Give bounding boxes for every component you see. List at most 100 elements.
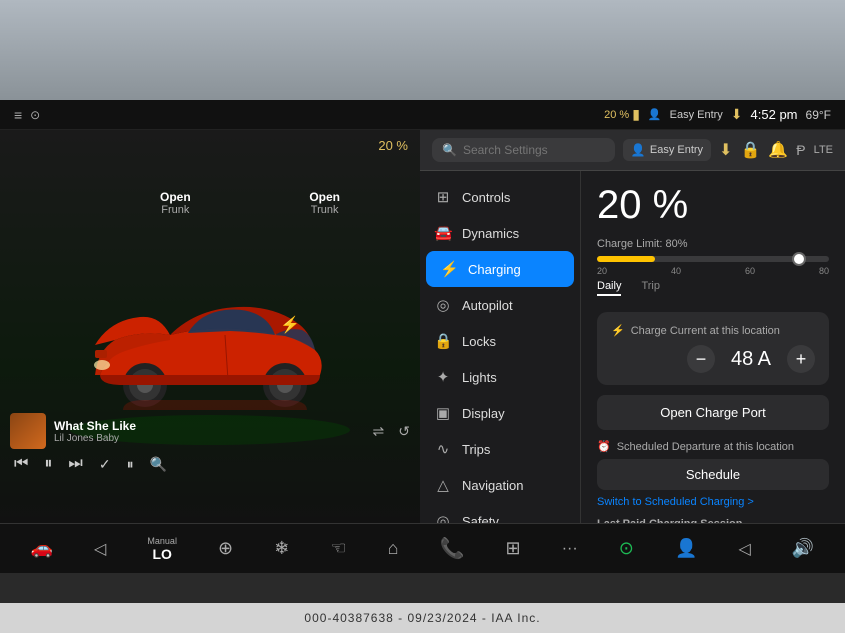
search-box[interactable]: 🔍	[432, 138, 615, 162]
tick-40: 40	[671, 266, 681, 276]
nav-manual-label: Manual	[147, 536, 177, 546]
search-input[interactable]	[463, 143, 605, 157]
nav-lo-label: LO	[152, 546, 171, 562]
frunk-label[interactable]: Open Frunk	[160, 190, 191, 216]
bottom-nav: 🚗 ◁ Manual LO ⊕ ❄ ☜ ⌂ 📞 ⊞ ··· ⊙ 👤 ◁ 🔊	[0, 523, 845, 573]
menu-icon-trips: ∿	[434, 440, 452, 458]
equalizer-icon[interactable]: ⏸	[127, 456, 134, 473]
next-button[interactable]: ⏭	[68, 455, 82, 473]
battery-indicator: 20 % ▮	[604, 106, 640, 123]
tab-daily[interactable]: Daily	[597, 280, 621, 296]
menu-label-lights: Lights	[462, 370, 497, 385]
easy-entry-label: Easy Entry	[650, 144, 703, 156]
current-label: ⚡ Charge Current at this location	[611, 324, 815, 337]
increase-current-button[interactable]: +	[787, 345, 815, 373]
nav-apps-icon[interactable]: ⊞	[506, 538, 521, 559]
clock-icon: ⏰	[597, 440, 611, 453]
current-value: 48 A	[731, 348, 771, 371]
music-controls: ⏮ ⏸ ⏭ ✓ ⏸ 🔍	[10, 455, 410, 473]
charge-limit-label: Charge Limit: 80%	[597, 238, 829, 250]
scheduled-label: ⏰ Scheduled Departure at this location	[597, 440, 829, 453]
tesla-screen: ≡ ⊙ 20 % ▮ 👤 Easy Entry ⬇ 4:52 pm 69°F 2…	[0, 100, 845, 573]
menu-item-lights[interactable]: ✦ Lights	[420, 359, 580, 395]
lock-icon-header: 🔒	[740, 140, 760, 160]
car-panel: 20 % Open Frunk Open Trunk	[0, 130, 420, 523]
music-text: What She Like Lil Jones Baby	[54, 419, 136, 444]
menu-item-navigation[interactable]: △ Navigation	[420, 467, 580, 503]
menu-item-charging[interactable]: ⚡Charging	[426, 251, 574, 287]
nav-temp-icon[interactable]: ⊕	[218, 538, 233, 559]
nav-phone-icon[interactable]: 📞	[440, 536, 465, 561]
menu-item-controls[interactable]: ⊞ Controls	[420, 179, 580, 215]
settings-menu: ⊞ Controls 🚘 Dynamics ⚡Charging◎Autopilot🔒Lo…	[420, 171, 580, 523]
charge-bar-thumb[interactable]	[792, 252, 806, 266]
music-artist: Lil Jones Baby	[54, 433, 136, 444]
menu-item-dynamics[interactable]: 🚘 Dynamics	[420, 215, 580, 251]
menu-item-display[interactable]: ▣Display	[420, 395, 580, 431]
charge-bar[interactable]: 20 40 60 80 Daily Trip	[597, 256, 829, 296]
menu-label-controls: Controls	[462, 190, 510, 205]
menu-label-safety: Safety	[462, 514, 499, 524]
nav-spotify-icon[interactable]: ⊙	[619, 538, 634, 559]
menu-label-display: Display	[462, 406, 505, 421]
open-charge-port-button[interactable]: Open Charge Port	[597, 395, 829, 430]
menu-icon-lights: ✦	[434, 368, 452, 386]
schedule-button[interactable]: Schedule	[597, 459, 829, 490]
menu-icon: ≡	[14, 107, 22, 123]
watermark: 000-40387638 - 09/23/2024 - IAA Inc.	[0, 603, 845, 633]
current-card: ⚡ Charge Current at this location − 48 A…	[597, 312, 829, 385]
battery-top-right: 20 %	[378, 138, 408, 153]
nav-prev-icon[interactable]: ◁	[738, 539, 750, 559]
menu-icon-dynamics: 🚘	[434, 224, 452, 242]
nav-fan-icon[interactable]: ❄	[274, 538, 289, 559]
menu-icon-controls: ⊞	[434, 188, 452, 206]
battery-icon: ▮	[632, 106, 640, 123]
nav-volume-icon[interactable]: 🔊	[792, 538, 814, 559]
menu-item-locks[interactable]: 🔒Locks	[420, 323, 580, 359]
music-info: What She Like Lil Jones Baby ⇌ ↺	[10, 413, 410, 449]
menu-label-navigation: Navigation	[462, 478, 523, 493]
nav-back-icon[interactable]: ◁	[94, 539, 106, 559]
menu-icon-navigation: △	[434, 476, 452, 494]
decrease-current-button[interactable]: −	[687, 345, 715, 373]
temp-display: 69°F	[806, 108, 831, 122]
music-player: What She Like Lil Jones Baby ⇌ ↺ ⏮ ⏸ ⏭ ✓…	[10, 413, 410, 473]
charge-bar-track	[597, 256, 829, 262]
tire-icon: ⊙	[30, 108, 40, 122]
nav-gesture-icon[interactable]: ☜	[330, 538, 346, 559]
screen-status-bar: ≡ ⊙ 20 % ▮ 👤 Easy Entry ⬇ 4:52 pm 69°F	[0, 100, 845, 130]
easy-entry-top: Easy Entry	[670, 109, 723, 121]
search-music-icon[interactable]: 🔍	[150, 456, 167, 473]
status-left: ≡ ⊙	[14, 107, 594, 123]
menu-item-trips[interactable]: ∿ Trips	[420, 431, 580, 467]
menu-label-autopilot: Autopilot	[462, 298, 513, 313]
nav-home-icon[interactable]: ⌂	[388, 538, 399, 559]
bluetooth-icon: Ᵽ	[796, 142, 805, 158]
nav-car-icon[interactable]: 🚗	[31, 538, 53, 559]
menu-item-safety[interactable]: ◎Safety	[420, 503, 580, 523]
shuffle-icon[interactable]: ⇌	[373, 423, 385, 440]
charge-bar-fill	[597, 256, 655, 262]
menu-item-autopilot[interactable]: ◎Autopilot	[420, 287, 580, 323]
tick-60: 60	[745, 266, 755, 276]
check-icon[interactable]: ✓	[99, 456, 111, 473]
trunk-label[interactable]: Open Trunk	[309, 190, 340, 216]
album-art	[10, 413, 46, 449]
nav-more-icon[interactable]: ···	[562, 540, 578, 558]
nav-user-icon[interactable]: 👤	[675, 538, 697, 559]
prev-button[interactable]: ⏮	[14, 455, 28, 473]
download-icon: ⬇	[719, 140, 732, 160]
user-icon-top: 👤	[648, 108, 662, 121]
settings-content: 20 % Charge Limit: 80% 20 40 60	[580, 171, 845, 523]
play-pause-button[interactable]: ⏸	[44, 455, 52, 473]
bell-icon: 🔔	[768, 140, 788, 160]
menu-label-charging: Charging	[468, 262, 521, 277]
menu-label-trips: Trips	[462, 442, 490, 457]
charge-tabs: Daily Trip	[597, 280, 829, 296]
repeat-icon[interactable]: ↺	[398, 423, 410, 440]
tab-trip[interactable]: Trip	[641, 280, 660, 296]
switch-charging-link[interactable]: Switch to Scheduled Charging >	[597, 496, 829, 508]
current-control: − 48 A +	[611, 345, 815, 373]
nav-lo-item[interactable]: Manual LO	[147, 536, 177, 562]
menu-label-dynamics: Dynamics	[462, 226, 519, 241]
